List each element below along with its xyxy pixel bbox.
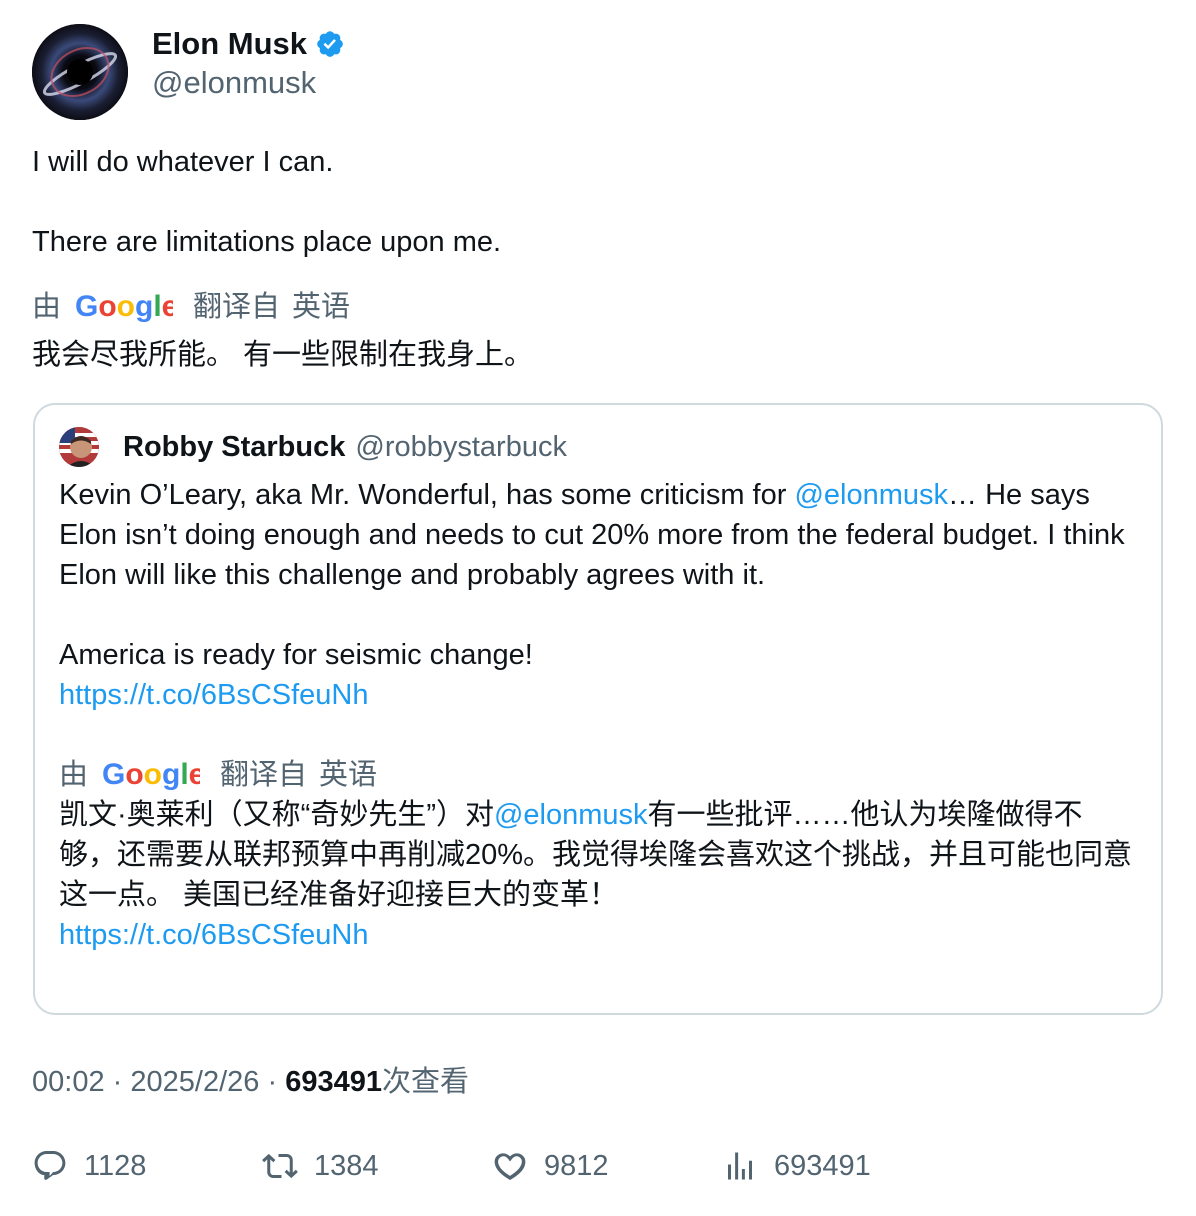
tweet-time[interactable]: 00:02 <box>32 1066 105 1098</box>
author-avatar[interactable] <box>32 24 128 120</box>
tweet-header: Elon Musk @elonmusk <box>32 24 345 120</box>
translated-text: 我会尽我所能。 有一些限制在我身上。 <box>32 339 534 371</box>
mention-link[interactable]: @elonmusk <box>494 799 648 831</box>
tweet-line: I will do whatever I can. <box>32 146 334 178</box>
view-suffix: 次查看 <box>381 1066 469 1098</box>
repost-button[interactable]: 1384 <box>262 1148 492 1184</box>
google-logo-icon: Google <box>75 290 173 323</box>
google-logo-icon: Google <box>102 758 200 791</box>
tweet-meta: 00:02 · 2025/2/26 · 693491次查看 <box>32 1066 469 1098</box>
translation-by: 由 <box>59 759 89 791</box>
source-language: 英语 <box>319 759 378 791</box>
mention-link[interactable]: @elonmusk <box>794 479 948 511</box>
translated-from: 翻译自 <box>220 759 308 791</box>
translation-by: 由 <box>32 291 62 323</box>
quoted-translation-attribution: 由 Google 翻译自 英语 <box>59 755 1139 795</box>
quoted-tweet[interactable]: Robby Starbuck @robbystarbuck Kevin O’Le… <box>33 403 1163 1015</box>
translated-from: 翻译自 <box>193 291 281 323</box>
reply-icon <box>34 1151 66 1180</box>
quoted-translated-text: 凯文·奥莱利（又称“奇妙先生”）对@elonmusk有一些批评……他认为埃隆做得… <box>59 799 1133 911</box>
author-handle[interactable]: @elonmusk <box>152 62 345 104</box>
translation-attribution: 由 Google 翻译自 英语 <box>32 287 350 327</box>
quoted-text-line2: America is ready for seismic change! <box>59 639 533 671</box>
repost-count: 1384 <box>314 1149 379 1182</box>
source-language: 英语 <box>292 291 351 323</box>
quoted-text: Kevin O’Leary, aka Mr. Wonderful, has so… <box>59 479 1125 591</box>
repost-icon <box>262 1153 298 1179</box>
svg-text:Google: Google <box>102 758 200 791</box>
quoted-author-handle[interactable]: @robbystarbuck <box>355 431 567 464</box>
tweet-line: There are limitations place upon me. <box>32 226 502 258</box>
tco-link[interactable]: https://t.co/6BsCSfeuNh <box>59 679 368 711</box>
like-button[interactable]: 9812 <box>492 1148 722 1184</box>
views-bar-chart-icon <box>728 1152 752 1180</box>
quoted-author-name[interactable]: Robby Starbuck <box>123 431 345 464</box>
tco-link[interactable]: https://t.co/6BsCSfeuNh <box>59 919 368 951</box>
quoted-tweet-body: Kevin O’Leary, aka Mr. Wonderful, has so… <box>59 475 1139 955</box>
tweet-date[interactable]: 2025/2/26 <box>130 1066 259 1098</box>
quoted-author-avatar[interactable] <box>59 427 99 467</box>
views-button[interactable]: 693491 <box>722 1148 952 1184</box>
verified-badge-icon <box>317 31 343 57</box>
action-bar: 1128 1384 9812 693491 <box>32 1148 952 1184</box>
tweet-text: I will do whatever I can. There are limi… <box>32 142 1162 262</box>
views-count: 693491 <box>774 1149 871 1182</box>
reply-count: 1128 <box>84 1149 147 1182</box>
like-count: 9812 <box>544 1149 609 1182</box>
view-count: 693491 <box>285 1066 382 1098</box>
author-name[interactable]: Elon Musk <box>152 26 307 62</box>
reply-button[interactable]: 1128 <box>32 1148 262 1184</box>
heart-icon <box>494 1153 526 1180</box>
svg-text:Google: Google <box>75 290 173 323</box>
